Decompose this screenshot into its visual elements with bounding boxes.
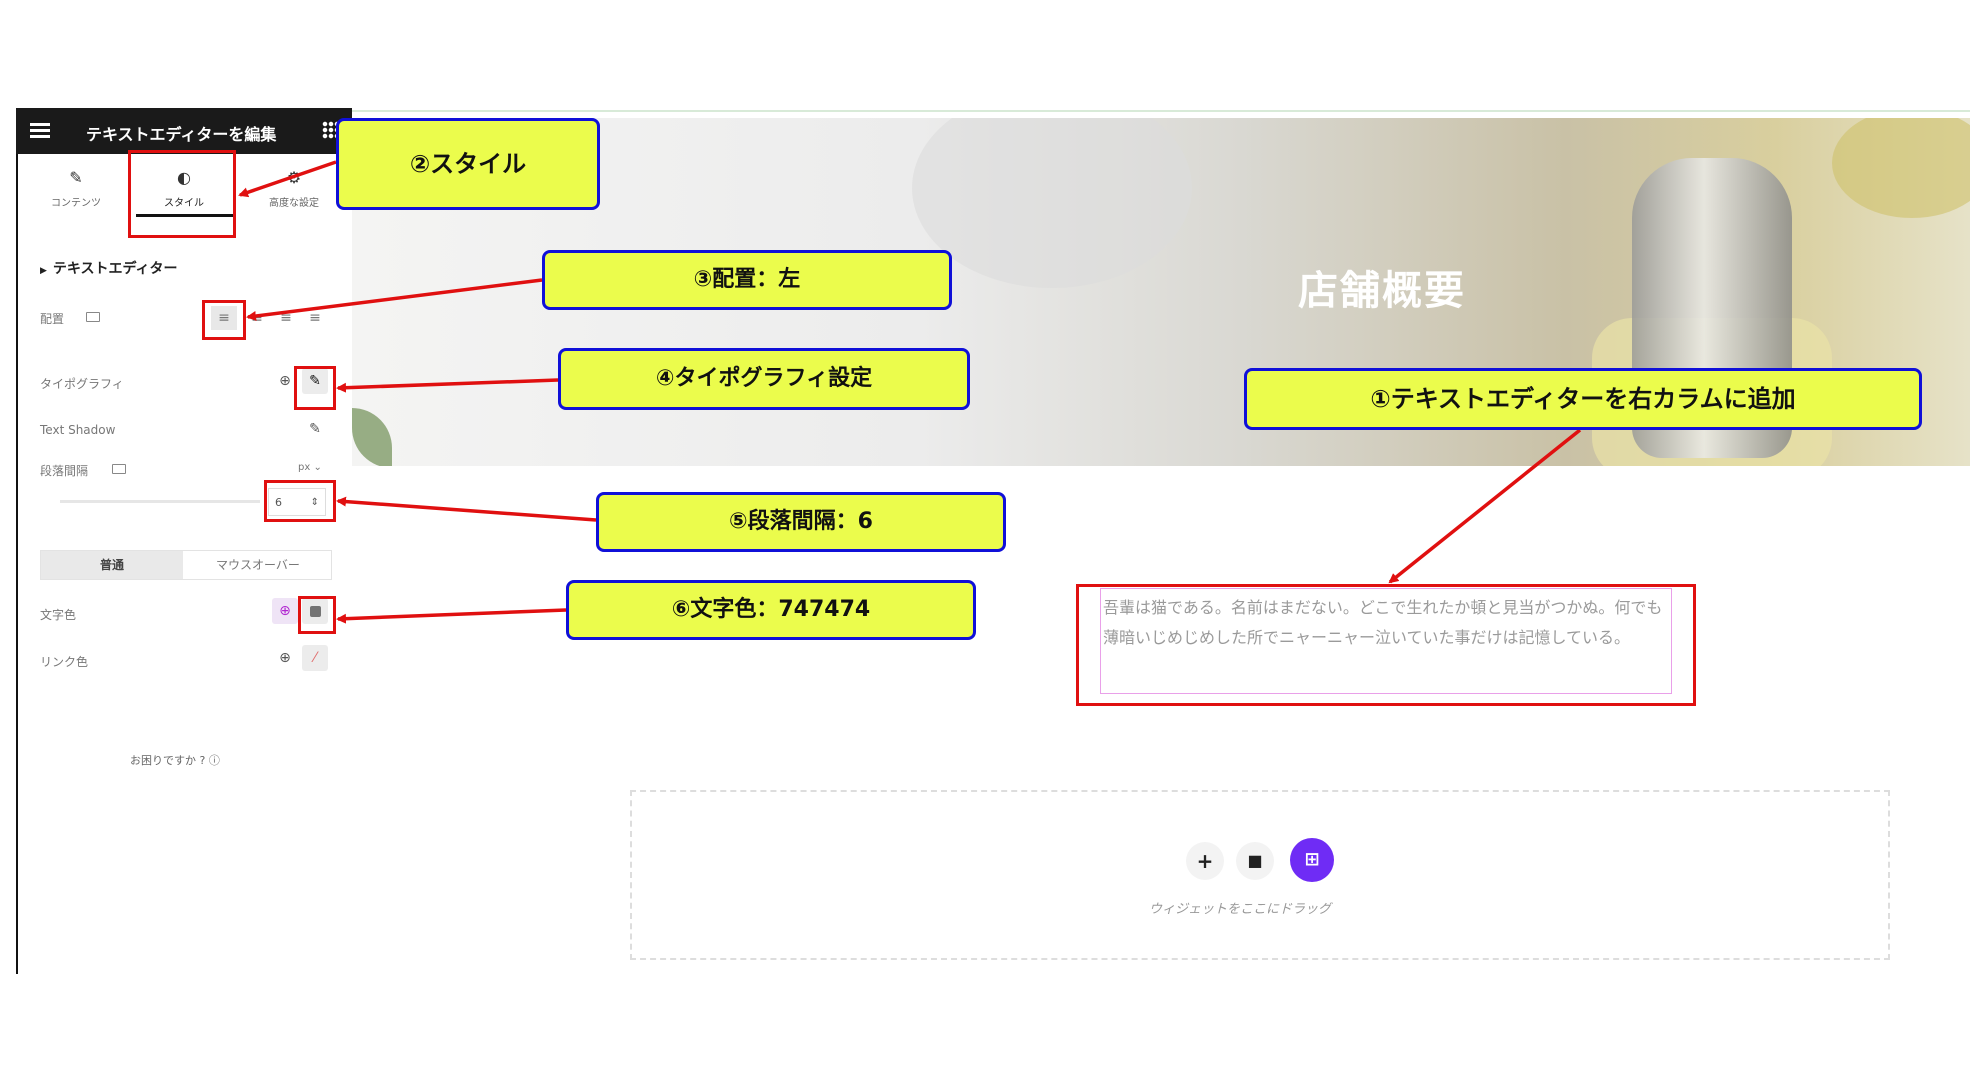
callout-add-widget: ①テキストエディターを右カラムに追加 bbox=[1244, 368, 1922, 430]
arrow-4 bbox=[336, 378, 559, 393]
arrow-2 bbox=[238, 160, 337, 198]
arrow-1 bbox=[1388, 428, 1582, 584]
arrow-3 bbox=[246, 278, 543, 321]
callout-typography: ④タイポグラフィ設定 bbox=[558, 348, 970, 410]
arrow-6 bbox=[336, 608, 567, 624]
callout-alignment: ③配置：左 bbox=[542, 250, 952, 310]
callout-text-color: ⑥文字色：747474 bbox=[566, 580, 976, 640]
callout-style: ②スタイル bbox=[336, 118, 600, 210]
arrow-5 bbox=[336, 496, 597, 522]
callout-paragraph-spacing: ⑤段落間隔：6 bbox=[596, 492, 1006, 552]
